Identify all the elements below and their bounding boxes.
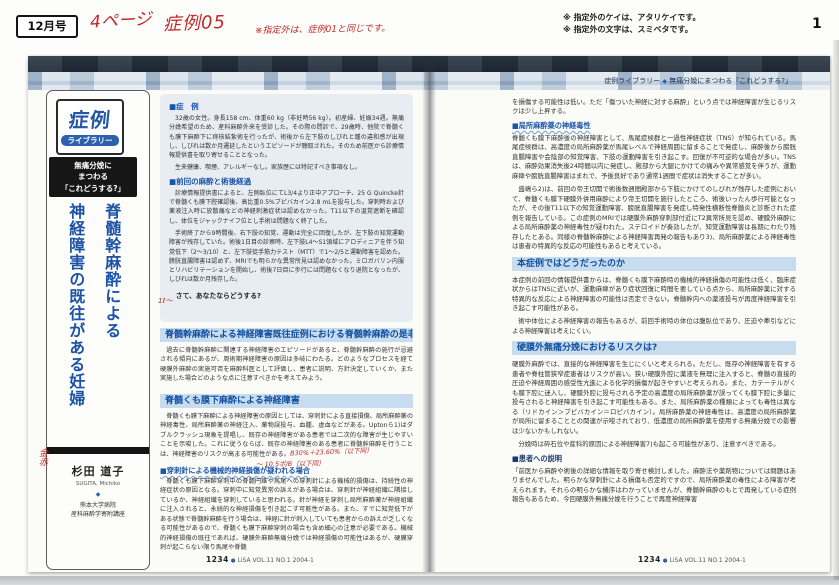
running-head-series: 症例ライブラリー (604, 77, 660, 85)
case-paragraph: 32歳の女性。身長158 cm、体重60 kg（非妊時56 kg）。初産婦、妊娠… (169, 114, 404, 160)
printer-note-2: ※ 指定外の文字は、スミベタです。 (563, 24, 700, 36)
left-page-footer: 1234 ● LiSA VOL.11 NO.1 2004-1 (206, 555, 314, 564)
article-title-column-1: 脊髄幹麻酔による (103, 203, 120, 339)
running-head: 症例ライブラリー ◆ 無痛分娩にまつわる「これどうする?」 (604, 76, 792, 86)
handwritten-case-number: 症例05 (163, 8, 227, 36)
section-heading-band: 硬膜外無痛分娩におけるリスクは? (512, 341, 796, 355)
diamond-icon: ◆ (47, 491, 149, 498)
case-paragraph: 生来健康、喫煙、アレルギーなし。家族歴には特記すべき事項なし。 (169, 163, 404, 172)
handwritten-spacing-note: 1ℓ〜 (158, 296, 172, 306)
journal-bullet-icon: ● (231, 558, 236, 564)
body-paragraph: 過去に脊髄幹麻酔に関連する神経障害のエピソードがあると、脊髄幹麻酔の施行が忌避さ… (160, 346, 413, 390)
page-gutter-shadow (422, 56, 436, 572)
body-paragraph: を損傷する可能性は低い。ただ「傷ついた神経に対する麻酔」という点では神経障害が生… (512, 98, 796, 117)
author-name: 杉田 道子 (47, 463, 149, 479)
case-paragraph: 手術終了から9時間後、右下肢の知覚、運動は完全に回復したが、左下肢の知覚運動障害… (169, 229, 404, 285)
body-paragraph: 「前医から麻酔や術後の詳細な情報を取り寄せ検討しました。麻酔法や薬剤物については… (512, 467, 796, 505)
sheet-page-number: 1 (812, 16, 822, 32)
section-heading-band: 脊髄幹麻酔による神経障害既往症例における脊髄幹麻酔の是非 (160, 328, 413, 342)
case-paragraph: 診療情報提供書によると、左側臥位にてL3/4より正中アプローチ、25 G Qui… (169, 189, 404, 226)
body-paragraph: 硬膜外麻酔では、直接的な神経障害を生じにくいと考えられる。ただし、既存の神経障害… (512, 360, 796, 436)
affiliation-line: 産科麻酔学寄附講座 (71, 511, 125, 518)
handwritten-margin-note: 金赤 (36, 448, 49, 466)
scan-edge-bottom (0, 576, 839, 585)
case-summary-panel: ■症 例 32歳の女性。身長158 cm、体重60 kg（非妊時56 kg）。初… (160, 94, 413, 322)
body-paragraph: 脊髄くも膜下麻酔後の神経障害として、馬尾症候群と一過性神経症状（TNS）が知られ… (512, 134, 796, 181)
series-title-box: 無痛分娩に まつわる 「これどうする?」 (49, 157, 137, 197)
folio-number: 1234 (638, 555, 661, 564)
logo-text: 症例 (56, 104, 123, 133)
journal-issue-label: LiSA VOL.11 NO.1 2004-1 (238, 557, 314, 564)
issue-label: 12月号 (16, 15, 78, 38)
right-page-column: を損傷する可能性は低い。ただ「傷ついた神経に対する麻酔」という点では神経障害が生… (512, 98, 796, 508)
section-heading-band: 脊髄くも膜下麻酔による神経障害 (160, 394, 413, 408)
handwritten-underline-note: 〜 10.5ポ/B（以下同） (256, 457, 325, 468)
body-paragraph: 術中体位による神経障害の報告もあるが、前回手術時の体位は腹臥位であり、圧迫や牽引… (512, 317, 796, 336)
case-library-logo: 症例 ライブラリー (56, 99, 124, 155)
body-paragraph: 本症例の前回の情報提供書からは、脊髄くも膜下麻酔時の機械的神経損傷の可能性は低く… (512, 276, 796, 314)
series-line: まつわる (49, 171, 137, 182)
series-line: 「これどうする?」 (49, 183, 137, 194)
journal-bullet-icon: ● (663, 558, 668, 564)
author-affiliation: 熊本大学病院 産科麻酔学寄附講座 (47, 501, 149, 519)
body-paragraph: 脊髄くも膜下麻酔穿刺中の脊髄円錐や馬尾への穿刺針による機械的損傷は、持続性の神経… (160, 477, 413, 553)
right-page-footer: 1234 ● LiSA VOL.11 NO.1 2004-1 (638, 555, 746, 564)
article-title-column-2: 神経障害の既往がある妊婦 (67, 203, 84, 407)
section-heading-band: 本症例ではどうだったのか (512, 257, 796, 271)
sidebar-divider (47, 447, 149, 454)
affiliation-line: 熊本大学病院 (80, 502, 116, 509)
handwritten-instruction: ※指定外は、症例01と同じです。 (255, 21, 390, 36)
printer-note-1: ※ 指定外のケイは、アタリケイです。 (563, 12, 700, 24)
magazine-spread: 症例ライブラリー ◆ 無痛分娩にまつわる「これどうする?」 症例 ライブラリー … (28, 56, 830, 572)
series-sidebar: 症例 ライブラリー 無痛分娩に まつわる 「これどうする?」 脊髄幹麻酔による … (46, 90, 150, 570)
running-head-topic: 無痛分娩にまつわる「これどうする?」 (669, 77, 792, 85)
body-paragraph: 分娩時は砕石位や産科的原因による神経障害7)も起こる可能性があり、注意すべきであ… (512, 440, 796, 449)
subsection-heading: ■局所麻酔薬の神経毒性 (512, 121, 796, 131)
diamond-icon: ◆ (662, 78, 667, 85)
series-line: 無痛分娩に (49, 160, 137, 171)
body-paragraph: 盛嶋ら2)は、前回の帝王切開で術後数週間殿部から下肢にかけてのしびれが残存した症… (512, 185, 796, 251)
subsection-heading: ■患者への説明 (512, 454, 796, 464)
author-romaji: SUGITA, Michiko (47, 481, 149, 487)
handwritten-page-count: 4ページ (89, 4, 152, 32)
case-heading: ■前回の麻酔と術後経過 (169, 176, 404, 187)
folio-number: 1234 (206, 555, 229, 564)
scan-edge-right (833, 40, 839, 580)
body-paragraph: 脊髄くも膜下麻酔による神経障害の原因としては、穿刺針による直接損傷、局所麻酔薬の… (160, 412, 413, 464)
case-question: さて、あなたならどうする? (169, 290, 404, 300)
author-block: 杉田 道子 SUGITA, Michiko ◆ 熊本大学病院 産科麻酔学寄附講座 (47, 463, 149, 519)
printer-notes: ※ 指定外のケイは、アタリケイです。 ※ 指定外の文字は、スミベタです。 (563, 12, 700, 37)
journal-issue-label: LiSA VOL.11 NO.1 2004-1 (670, 557, 746, 564)
logo-subtext: ライブラリー (61, 135, 119, 146)
case-heading: ■症 例 (169, 101, 404, 112)
